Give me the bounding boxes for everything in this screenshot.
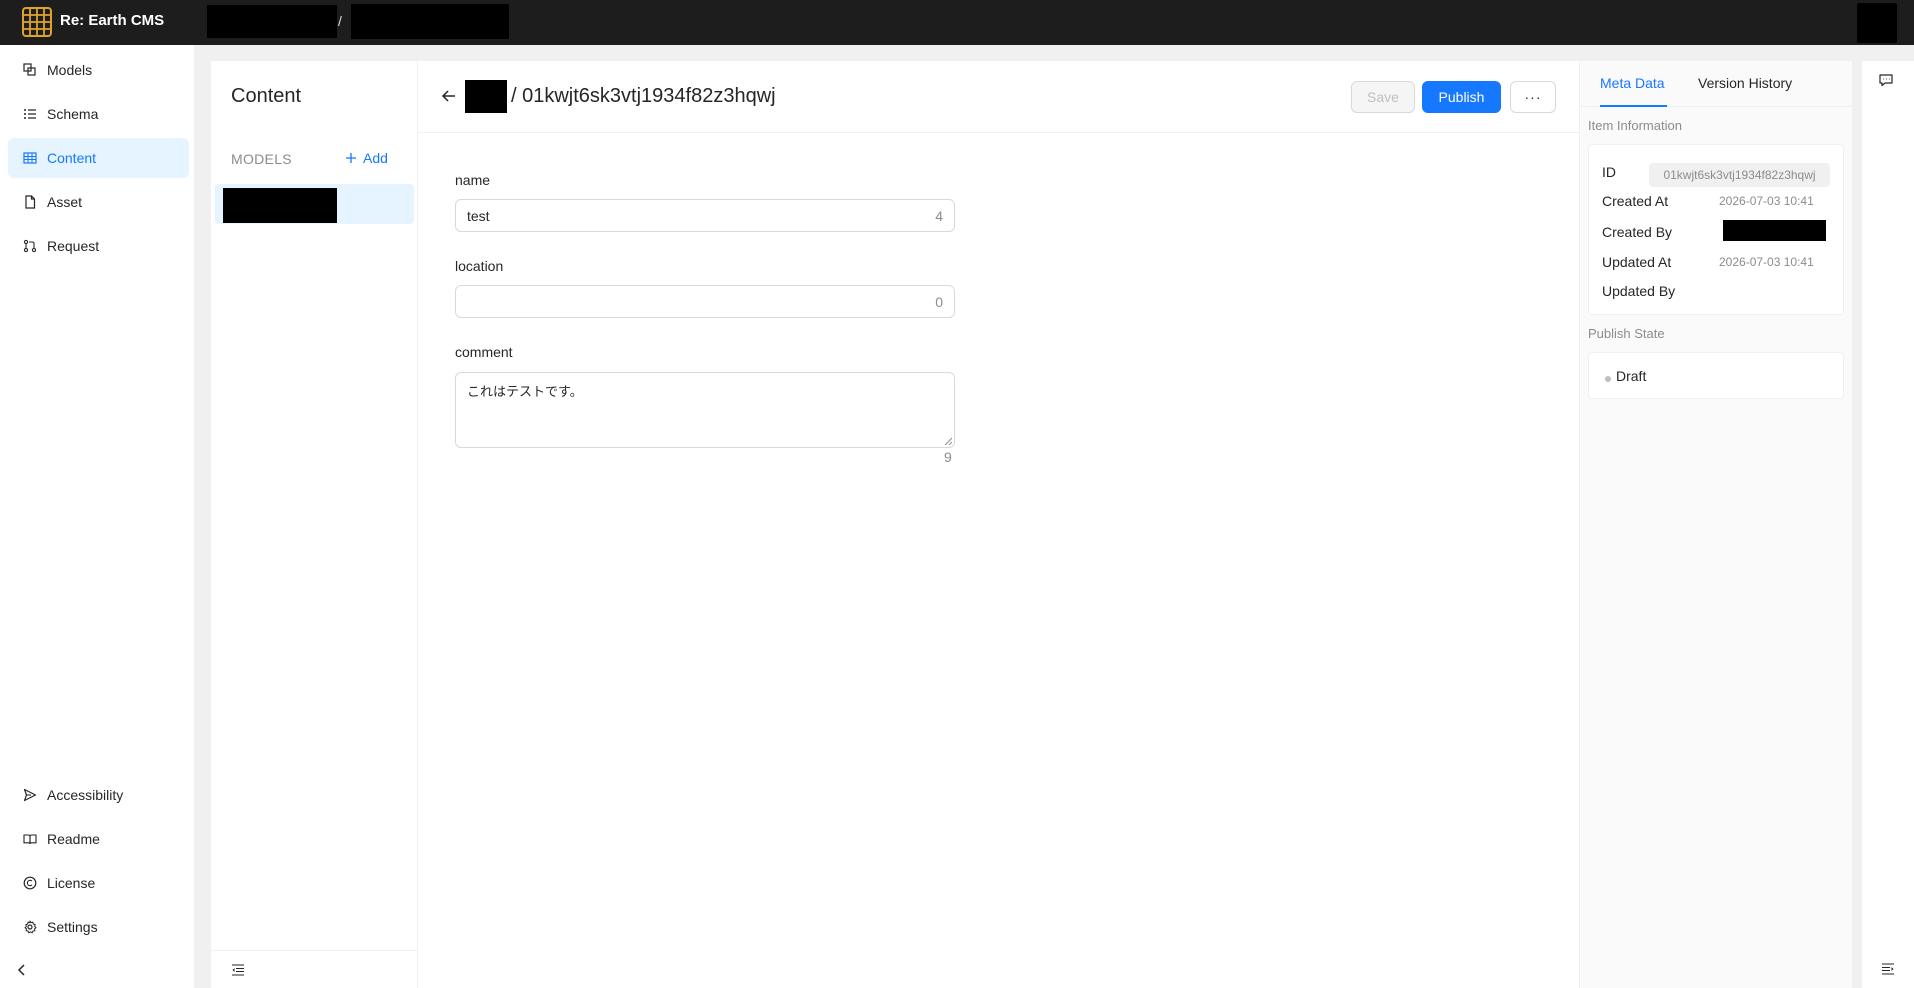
list-icon [24, 109, 36, 119]
item-id-tag: 01kwjt6sk3vtj1934f82z3hqwj [1649, 163, 1830, 187]
field-label-name: name [455, 172, 491, 188]
plus-icon [346, 153, 356, 163]
file-icon [25, 195, 36, 209]
comment-textarea[interactable]: これはテストです。 [455, 372, 955, 448]
location-input[interactable]: 0 [455, 285, 955, 318]
nav-item-label: Accessibility [47, 787, 124, 803]
publish-state-label: Publish State [1588, 326, 1665, 341]
item-information-card: ID 01kwjt6sk3vtj1934f82z3hqwj Created At… [1588, 144, 1844, 315]
nav-item-label: Settings [47, 919, 98, 935]
menu-fold-icon[interactable] [231, 963, 245, 977]
nav-item-readme[interactable]: Readme [8, 819, 189, 859]
item-editor: / 01kwjt6sk3vtj1934f82z3hqwj Save Publis… [418, 61, 1579, 988]
field-label-comment: comment [455, 344, 513, 360]
breadcrumb-separator: / [338, 13, 342, 29]
comment-icon[interactable] [1878, 72, 1894, 88]
menu-unfold-icon[interactable] [1881, 962, 1895, 976]
name-char-count: 4 [935, 207, 943, 224]
redacted-created-by-user [1723, 220, 1826, 241]
book-icon [23, 834, 37, 845]
copyright-icon [23, 876, 37, 890]
nav-item-schema[interactable]: Schema [8, 94, 189, 134]
publish-button[interactable]: Publish [1422, 81, 1501, 113]
item-title: / 01kwjt6sk3vtj1934f82z3hqwj [511, 85, 776, 107]
nav-item-models[interactable]: Models [8, 50, 189, 90]
table-icon [23, 152, 37, 164]
add-model-button[interactable]: Add [345, 150, 388, 166]
models-panel: Content MODELS Add [211, 61, 418, 988]
nav-item-label: License [47, 875, 96, 891]
nav-item-label: Content [47, 150, 97, 166]
id-label: ID [1602, 164, 1616, 180]
gear-icon [24, 920, 37, 934]
tab-meta-data[interactable]: Meta Data [1600, 75, 1665, 91]
brand-name: Re: Earth CMS [60, 12, 165, 29]
back-arrow-icon[interactable] [441, 88, 457, 104]
left-navigation: Models Schema Content Asset Request Acce… [0, 45, 194, 988]
redacted-workspace-name[interactable] [207, 5, 337, 38]
nav-item-asset[interactable]: Asset [8, 182, 189, 222]
models-icon [23, 63, 36, 76]
redacted-model-breadcrumb [465, 80, 507, 113]
name-input[interactable]: test 4 [455, 199, 955, 232]
updated-by-label: Updated By [1602, 283, 1676, 299]
collapse-sidebar-icon[interactable] [14, 962, 30, 978]
panel-title: Content [231, 85, 302, 107]
meta-tabs: Meta Data Version History [1580, 61, 1853, 107]
model-list-item-selected[interactable] [215, 184, 414, 224]
nav-item-request[interactable]: Request [8, 226, 189, 266]
item-information-label: Item Information [1588, 118, 1682, 133]
created-at-value: 2026-07-03 10:41 [1719, 194, 1814, 208]
comments-strip [1862, 61, 1914, 988]
publish-state-card: Draft [1588, 352, 1844, 399]
name-input-value: test [467, 207, 490, 224]
add-model-label: Add [363, 150, 388, 166]
nav-item-settings[interactable]: Settings [8, 907, 189, 947]
save-button[interactable]: Save [1351, 81, 1415, 113]
item-header: / 01kwjt6sk3vtj1934f82z3hqwj Save Publis… [418, 61, 1579, 133]
models-section-label: MODELS [231, 151, 292, 167]
redacted-project-name[interactable] [351, 4, 509, 39]
tab-version-history[interactable]: Version History [1698, 75, 1792, 91]
comment-char-count: 9 [944, 449, 952, 465]
meta-panel: Meta Data Version History Item Informati… [1579, 61, 1853, 988]
nav-item-license[interactable]: License [8, 863, 189, 903]
updated-at-label: Updated At [1602, 254, 1672, 270]
nav-item-accessibility[interactable]: Accessibility [8, 775, 189, 815]
nav-item-label: Models [47, 62, 93, 78]
nav-item-label: Readme [47, 831, 100, 847]
top-bar: Re: Earth CMS / [0, 0, 1914, 45]
nav-item-content[interactable]: Content [8, 138, 189, 178]
comment-textarea-value: これはテストです。 [467, 384, 583, 399]
location-char-count: 0 [935, 293, 943, 310]
pull-request-icon [23, 239, 37, 253]
publish-state-value: Draft [1616, 368, 1647, 384]
redacted-model-name [223, 188, 337, 223]
re-earth-logo-icon[interactable] [20, 5, 54, 39]
user-avatar[interactable] [1857, 3, 1897, 43]
updated-at-value: 2026-07-03 10:41 [1719, 255, 1814, 269]
panel-footer [211, 950, 418, 988]
status-dot-icon [1605, 376, 1611, 382]
more-options-button[interactable]: ··· [1510, 81, 1556, 113]
created-at-label: Created At [1602, 193, 1669, 209]
created-by-label: Created By [1602, 224, 1673, 240]
nav-item-label: Asset [47, 194, 83, 210]
nav-item-label: Request [47, 238, 100, 254]
field-label-location: location [455, 258, 504, 274]
active-tab-indicator [1600, 105, 1667, 107]
resize-handle-icon[interactable] [944, 437, 952, 445]
nav-item-label: Schema [47, 106, 99, 122]
send-icon [23, 788, 37, 802]
